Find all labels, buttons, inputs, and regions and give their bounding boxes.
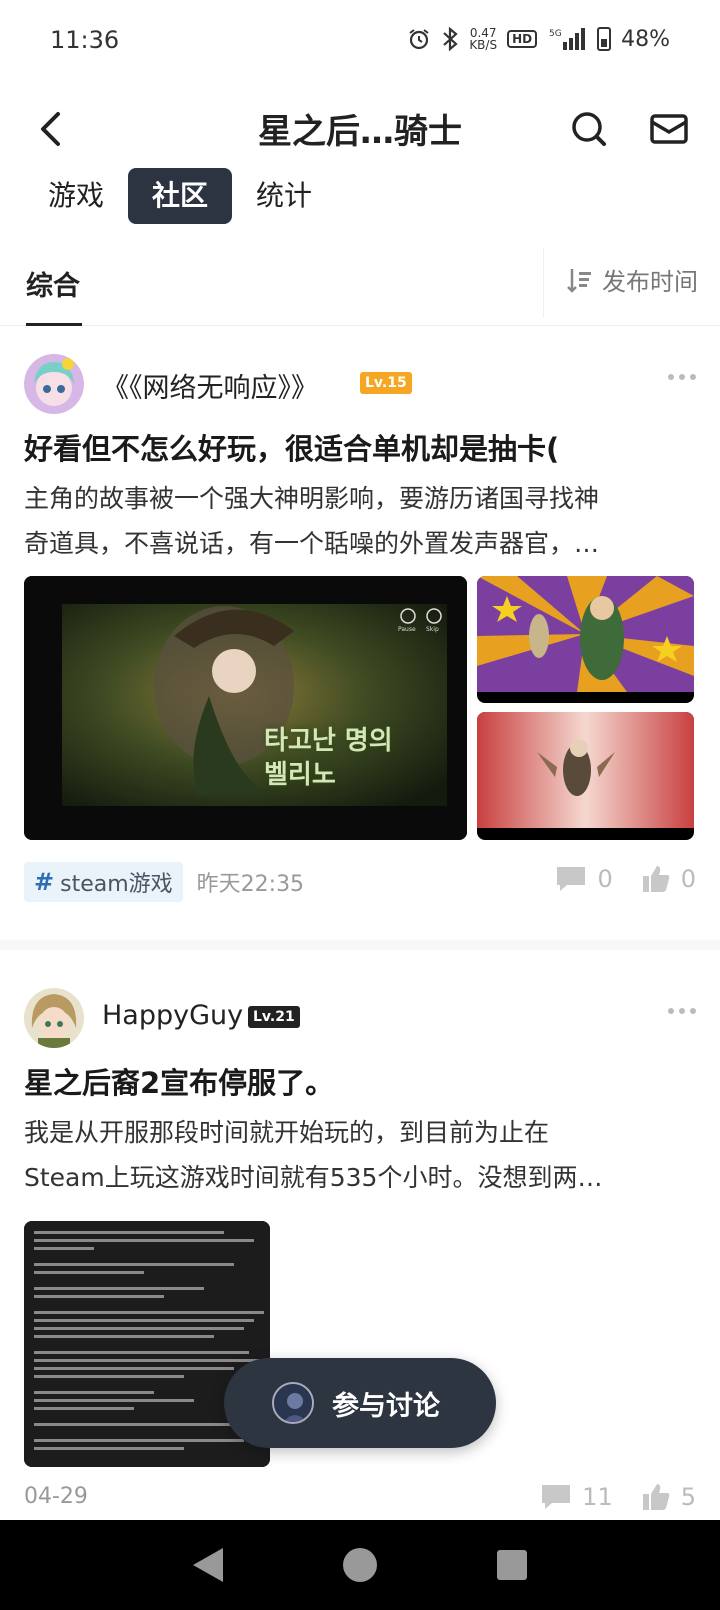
thumbs-up-icon [642,866,670,892]
more-options-button[interactable] [668,1008,696,1014]
like-button[interactable]: 0 [641,864,696,894]
like-count: 5 [680,1483,696,1511]
header: 星之后…骑士 [0,84,720,174]
level-badge: Lv.15 [360,372,412,394]
post-excerpt[interactable]: 主角的故事被一个强大神明影响，要游历诸国寻找神 奇道具，不喜说话，有一个聒噪的外… [24,476,696,566]
post-image-thumb[interactable] [477,712,694,840]
search-icon [572,112,606,146]
excerpt-line: 主角的故事被一个强大神明影响，要游历诸国寻找神 [24,484,600,513]
thumbs-up-icon [642,1484,670,1510]
alarm-icon [409,29,429,50]
like-button[interactable]: 5 [641,1482,696,1512]
author-name[interactable]: 《《网络无响应》》 [102,366,318,405]
author-row: HappyGuy Lv.21 [0,978,720,1052]
post-title[interactable]: 好看但不怎么好玩，很适合单机却是抽卡( [24,426,559,468]
segment-tabs: 游戏 社区 统计 [24,168,336,224]
post-card[interactable]: 《《网络无响应》》 Lv.15 好看但不怎么好玩，很适合单机却是抽卡( 主角的故… [0,344,720,902]
status-icons: 0.47 KB/S HD 5G 48% [407,26,670,52]
excerpt-line: 奇道具，不喜说话，有一个聒噪的外置发声器官，… [24,529,600,558]
image-button-pause[interactable]: Pause [398,626,416,633]
nav-home-icon[interactable] [343,1548,377,1582]
tag-label: steam游戏 [60,872,173,897]
battery-percent: 48% [621,26,670,52]
user-avatar [272,1382,314,1424]
net-speed: 0.47 KB/S [469,27,497,51]
sort-button[interactable]: 发布时间 [566,262,698,297]
author-row: 《《网络无响应》》 Lv.15 [0,344,720,418]
battery-icon [597,27,612,51]
post-card[interactable]: HappyGuy Lv.21 星之后裔2宣布停服了。 我是从开服那段时间就开始玩… [0,978,720,1511]
image-button-skip[interactable]: Skip [426,626,439,633]
image-caption: 타고난 명의 벨리노 [264,726,393,790]
comment-button[interactable]: 0 [555,865,613,893]
system-nav-bar [0,1520,720,1610]
sort-icon [567,268,591,293]
active-tab-indicator [26,323,82,326]
excerpt-line: 我是从开服那段时间就开始玩的，到目前为止在 [24,1118,550,1147]
post-meta: # steam游戏 昨天22:35 [24,862,304,902]
comment-count: 0 [597,865,613,893]
post-actions: 0 0 [555,864,696,894]
post-time: 04-29 [24,1484,88,1509]
comment-button[interactable]: 11 [540,1483,613,1511]
excerpt-line: Steam上玩这游戏时间就有535个小时。没想到两… [24,1163,603,1192]
net-speed-unit: KB/S [469,38,498,52]
post-image-thumb[interactable] [477,576,694,703]
status-time: 11:36 [50,26,120,54]
tab-stats[interactable]: 统计 [232,168,336,224]
post-actions: 11 5 [540,1482,696,1512]
sort-label: 发布时间 [602,268,698,296]
avatar[interactable] [24,988,84,1048]
join-discussion-button[interactable]: 参与讨论 [224,1358,496,1448]
status-bar: 11:36 0.47 KB/S HD 5G 48% [0,0,720,84]
comment-icon [557,867,586,891]
hashtag-icon: # [34,868,55,896]
sub-tab-all[interactable]: 综合 [26,264,80,303]
bluetooth-icon [443,26,458,52]
post-meta: 04-29 [24,1484,88,1509]
post-image-main[interactable]: Pause Skip 타고난 명의 벨리노 [24,576,467,840]
tab-community[interactable]: 社区 [128,168,233,224]
hd-badge: HD [507,30,538,48]
nav-recents-icon[interactable] [497,1550,527,1580]
comment-icon [542,1485,571,1509]
post-excerpt[interactable]: 我是从开服那段时间就开始玩的，到目前为止在 Steam上玩这游戏时间就有535个… [24,1110,696,1200]
topic-tag[interactable]: # steam游戏 [24,862,183,902]
svg-text:5G: 5G [549,29,562,39]
avatar[interactable] [24,354,84,414]
section-divider [0,940,720,950]
signal-icon: 5G [549,28,586,50]
mail-button[interactable] [644,104,694,154]
nav-back-icon[interactable] [193,1548,223,1582]
join-discussion-label: 参与讨论 [332,1390,440,1422]
level-badge: Lv.21 [248,1006,300,1028]
search-button[interactable] [564,104,614,154]
post-time: 昨天22:35 [196,872,305,897]
like-count: 0 [680,865,696,893]
comment-count: 11 [582,1483,613,1511]
post-title[interactable]: 星之后裔2宣布停服了。 [24,1060,334,1102]
sub-tabs: 综合 发布时间 [0,240,720,326]
author-name[interactable]: HappyGuy [102,1000,243,1031]
mail-icon [650,114,688,144]
divider [543,248,544,318]
more-options-button[interactable] [668,374,696,380]
tab-game[interactable]: 游戏 [24,168,128,224]
